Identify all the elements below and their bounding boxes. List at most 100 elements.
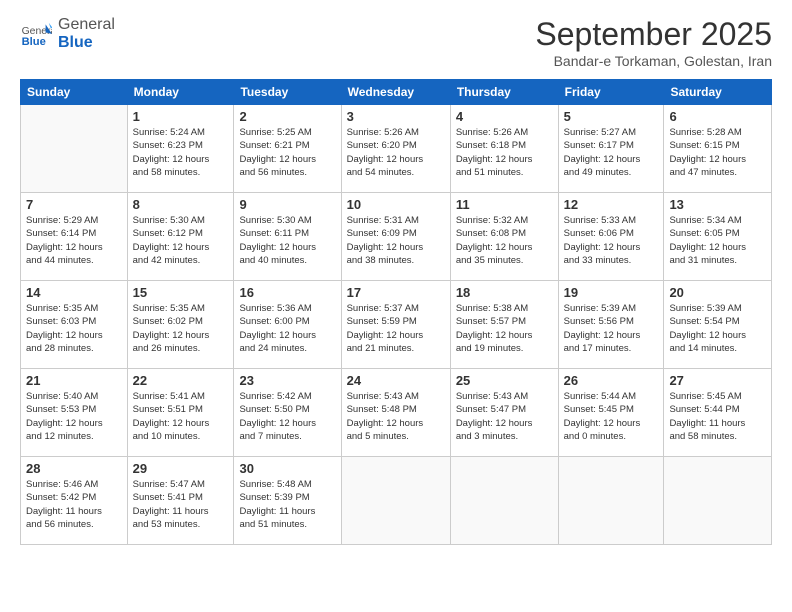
day-info: Sunrise: 5:26 AM Sunset: 6:18 PM Dayligh… xyxy=(456,126,553,179)
day-number: 19 xyxy=(564,285,659,300)
day-info: Sunrise: 5:33 AM Sunset: 6:06 PM Dayligh… xyxy=(564,214,659,267)
day-info: Sunrise: 5:31 AM Sunset: 6:09 PM Dayligh… xyxy=(347,214,445,267)
col-saturday: Saturday xyxy=(664,80,772,105)
day-info: Sunrise: 5:37 AM Sunset: 5:59 PM Dayligh… xyxy=(347,302,445,355)
day-info: Sunrise: 5:36 AM Sunset: 6:00 PM Dayligh… xyxy=(239,302,335,355)
table-row: 6 Sunrise: 5:28 AM Sunset: 6:15 PM Daylig… xyxy=(664,105,772,193)
calendar-week-row: 14 Sunrise: 5:35 AM Sunset: 6:03 PM Dayli… xyxy=(21,281,772,369)
day-number: 2 xyxy=(239,109,335,124)
table-row: 7Sunrise: 5:29 AM Sunset: 6:14 PM Daylig… xyxy=(21,193,128,281)
table-row: 22Sunrise: 5:41 AM Sunset: 5:51 PM Dayli… xyxy=(127,369,234,457)
table-row: 13 Sunrise: 5:34 AM Sunset: 6:05 PM Dayli… xyxy=(664,193,772,281)
day-number: 23 xyxy=(239,373,335,388)
day-number: 24 xyxy=(347,373,445,388)
day-number: 29 xyxy=(133,461,229,476)
table-row xyxy=(664,457,772,545)
header: General Blue General Blue September 2025… xyxy=(20,16,772,69)
day-info: Sunrise: 5:38 AM Sunset: 5:57 PM Dayligh… xyxy=(456,302,553,355)
calendar-week-row: 7Sunrise: 5:29 AM Sunset: 6:14 PM Daylig… xyxy=(21,193,772,281)
day-info: Sunrise: 5:45 AM Sunset: 5:44 PM Dayligh… xyxy=(669,390,766,443)
table-row xyxy=(341,457,450,545)
col-tuesday: Tuesday xyxy=(234,80,341,105)
day-info: Sunrise: 5:32 AM Sunset: 6:08 PM Dayligh… xyxy=(456,214,553,267)
table-row: 4 Sunrise: 5:26 AM Sunset: 6:18 PM Daylig… xyxy=(450,105,558,193)
day-info: Sunrise: 5:34 AM Sunset: 6:05 PM Dayligh… xyxy=(669,214,766,267)
day-number: 11 xyxy=(456,197,553,212)
day-number: 20 xyxy=(669,285,766,300)
calendar-week-row: 1Sunrise: 5:24 AM Sunset: 6:23 PM Daylig… xyxy=(21,105,772,193)
table-row: 5 Sunrise: 5:27 AM Sunset: 6:17 PM Daylig… xyxy=(558,105,664,193)
table-row: 2 Sunrise: 5:25 AM Sunset: 6:21 PM Daylig… xyxy=(234,105,341,193)
day-info: Sunrise: 5:30 AM Sunset: 6:12 PM Dayligh… xyxy=(133,214,229,267)
day-number: 16 xyxy=(239,285,335,300)
table-row: 1Sunrise: 5:24 AM Sunset: 6:23 PM Daylig… xyxy=(127,105,234,193)
table-row: 8Sunrise: 5:30 AM Sunset: 6:12 PM Daylig… xyxy=(127,193,234,281)
col-thursday: Thursday xyxy=(450,80,558,105)
day-info: Sunrise: 5:27 AM Sunset: 6:17 PM Dayligh… xyxy=(564,126,659,179)
day-info: Sunrise: 5:47 AM Sunset: 5:41 PM Dayligh… xyxy=(133,478,229,531)
day-number: 25 xyxy=(456,373,553,388)
day-number: 6 xyxy=(669,109,766,124)
day-info: Sunrise: 5:48 AM Sunset: 5:39 PM Dayligh… xyxy=(239,478,335,531)
day-number: 7 xyxy=(26,197,122,212)
day-number: 4 xyxy=(456,109,553,124)
day-number: 21 xyxy=(26,373,122,388)
day-info: Sunrise: 5:26 AM Sunset: 6:20 PM Dayligh… xyxy=(347,126,445,179)
day-number: 15 xyxy=(133,285,229,300)
day-number: 14 xyxy=(26,285,122,300)
day-info: Sunrise: 5:35 AM Sunset: 6:02 PM Dayligh… xyxy=(133,302,229,355)
month-title: September 2025 xyxy=(535,16,772,53)
table-row: 24 Sunrise: 5:43 AM Sunset: 5:48 PM Dayli… xyxy=(341,369,450,457)
table-row: 16 Sunrise: 5:36 AM Sunset: 6:00 PM Dayli… xyxy=(234,281,341,369)
table-row: 17Sunrise: 5:37 AM Sunset: 5:59 PM Dayli… xyxy=(341,281,450,369)
day-number: 13 xyxy=(669,197,766,212)
col-friday: Friday xyxy=(558,80,664,105)
col-monday: Monday xyxy=(127,80,234,105)
day-info: Sunrise: 5:43 AM Sunset: 5:48 PM Dayligh… xyxy=(347,390,445,443)
table-row: 14 Sunrise: 5:35 AM Sunset: 6:03 PM Dayli… xyxy=(21,281,128,369)
location-subtitle: Bandar-e Torkaman, Golestan, Iran xyxy=(535,53,772,69)
day-number: 30 xyxy=(239,461,335,476)
day-number: 18 xyxy=(456,285,553,300)
table-row: 26Sunrise: 5:44 AM Sunset: 5:45 PM Dayli… xyxy=(558,369,664,457)
logo: General Blue General Blue xyxy=(20,16,115,51)
logo-icon: General Blue xyxy=(20,18,52,50)
table-row: 28Sunrise: 5:46 AM Sunset: 5:42 PM Dayli… xyxy=(21,457,128,545)
day-info: Sunrise: 5:43 AM Sunset: 5:47 PM Dayligh… xyxy=(456,390,553,443)
table-row: 15 Sunrise: 5:35 AM Sunset: 6:02 PM Dayli… xyxy=(127,281,234,369)
day-info: Sunrise: 5:30 AM Sunset: 6:11 PM Dayligh… xyxy=(239,214,335,267)
table-row: 30 Sunrise: 5:48 AM Sunset: 5:39 PM Dayli… xyxy=(234,457,341,545)
calendar-page: General Blue General Blue September 2025… xyxy=(0,0,792,612)
table-row xyxy=(558,457,664,545)
table-row: 21 Sunrise: 5:40 AM Sunset: 5:53 PM Dayli… xyxy=(21,369,128,457)
day-number: 9 xyxy=(239,197,335,212)
table-row: 10 Sunrise: 5:31 AM Sunset: 6:09 PM Dayli… xyxy=(341,193,450,281)
table-row xyxy=(21,105,128,193)
title-block: September 2025 Bandar-e Torkaman, Golest… xyxy=(535,16,772,69)
day-info: Sunrise: 5:25 AM Sunset: 6:21 PM Dayligh… xyxy=(239,126,335,179)
day-info: Sunrise: 5:39 AM Sunset: 5:54 PM Dayligh… xyxy=(669,302,766,355)
logo-wordmark: General Blue xyxy=(58,16,115,51)
day-number: 3 xyxy=(347,109,445,124)
svg-text:Blue: Blue xyxy=(22,36,46,48)
col-wednesday: Wednesday xyxy=(341,80,450,105)
day-info: Sunrise: 5:35 AM Sunset: 6:03 PM Dayligh… xyxy=(26,302,122,355)
table-row: 12Sunrise: 5:33 AM Sunset: 6:06 PM Dayli… xyxy=(558,193,664,281)
table-row: 18 Sunrise: 5:38 AM Sunset: 5:57 PM Dayli… xyxy=(450,281,558,369)
day-number: 28 xyxy=(26,461,122,476)
calendar-week-row: 28Sunrise: 5:46 AM Sunset: 5:42 PM Dayli… xyxy=(21,457,772,545)
day-info: Sunrise: 5:24 AM Sunset: 6:23 PM Dayligh… xyxy=(133,126,229,179)
table-row: 11 Sunrise: 5:32 AM Sunset: 6:08 PM Dayli… xyxy=(450,193,558,281)
table-row: 29 Sunrise: 5:47 AM Sunset: 5:41 PM Dayli… xyxy=(127,457,234,545)
day-number: 22 xyxy=(133,373,229,388)
day-info: Sunrise: 5:44 AM Sunset: 5:45 PM Dayligh… xyxy=(564,390,659,443)
day-number: 5 xyxy=(564,109,659,124)
table-row: 20 Sunrise: 5:39 AM Sunset: 5:54 PM Dayli… xyxy=(664,281,772,369)
table-row: 19Sunrise: 5:39 AM Sunset: 5:56 PM Dayli… xyxy=(558,281,664,369)
table-row: 27 Sunrise: 5:45 AM Sunset: 5:44 PM Dayli… xyxy=(664,369,772,457)
table-row: 9 Sunrise: 5:30 AM Sunset: 6:11 PM Daylig… xyxy=(234,193,341,281)
day-info: Sunrise: 5:40 AM Sunset: 5:53 PM Dayligh… xyxy=(26,390,122,443)
day-info: Sunrise: 5:28 AM Sunset: 6:15 PM Dayligh… xyxy=(669,126,766,179)
day-number: 10 xyxy=(347,197,445,212)
day-number: 27 xyxy=(669,373,766,388)
